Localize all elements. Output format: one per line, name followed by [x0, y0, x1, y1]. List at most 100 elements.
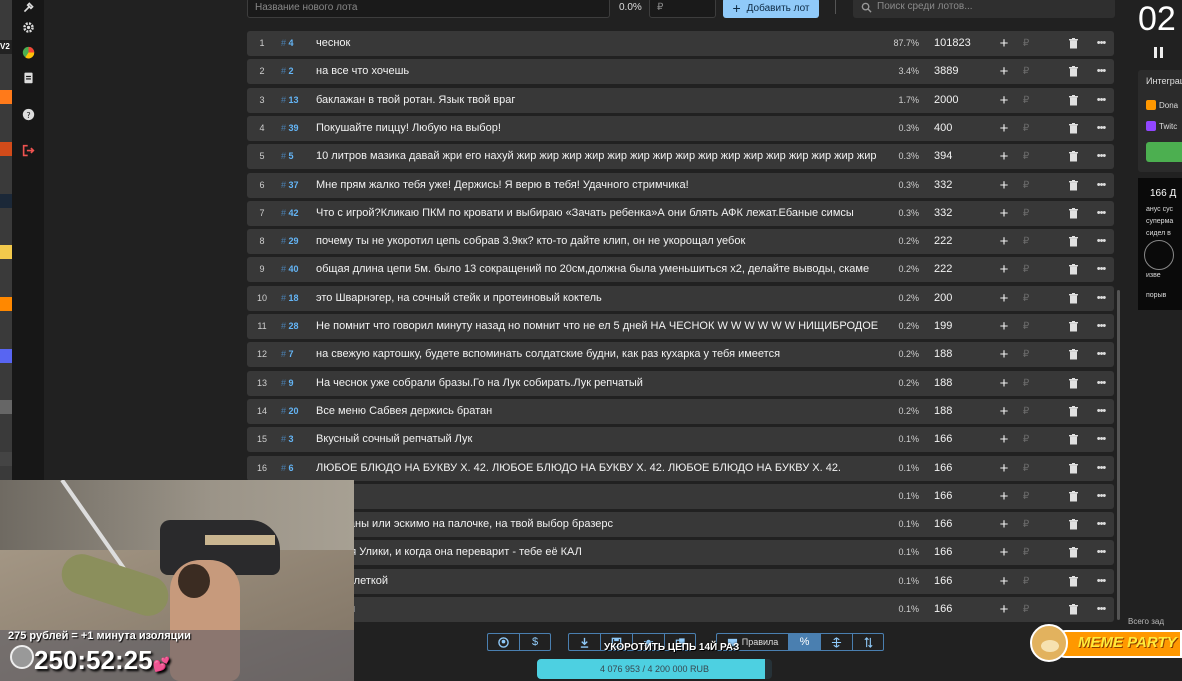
pie-chart-icon[interactable] [20, 44, 36, 60]
lot-amount[interactable]: 394 [934, 144, 994, 169]
more-icon[interactable]: ••• [1094, 229, 1108, 254]
download-icon[interactable] [568, 633, 600, 651]
more-icon[interactable]: ••• [1094, 371, 1108, 396]
add-amount-button[interactable]: + [997, 399, 1011, 424]
lot-name[interactable]: почему ты не укоротил цепь собрав 3.9кк?… [316, 229, 878, 254]
trash-icon[interactable] [1069, 342, 1083, 370]
lot-amount[interactable]: 222 [934, 257, 994, 282]
currency-input[interactable]: ₽ [1020, 484, 1032, 509]
lot-id[interactable]: 37 [281, 173, 311, 198]
currency-input[interactable]: ₽ [1020, 31, 1032, 56]
more-icon[interactable]: ••• [1094, 59, 1108, 84]
trash-icon[interactable] [1069, 399, 1083, 427]
trash-icon[interactable] [1069, 314, 1083, 342]
lot-name[interactable]: Покушайте пиццу! Любую на выбор! [316, 116, 878, 141]
lot-amount[interactable]: 332 [934, 173, 994, 198]
dollar-icon[interactable]: $ [519, 633, 551, 651]
currency-input[interactable]: ₽ [1020, 144, 1032, 169]
lot-id[interactable]: 2 [281, 59, 311, 84]
lot-id[interactable]: 20 [281, 399, 311, 424]
currency-input[interactable]: ₽ [1020, 173, 1032, 198]
lot-amount[interactable]: 3889 [934, 59, 994, 84]
more-icon[interactable]: ••• [1094, 597, 1108, 622]
lot-name-input[interactable]: Название нового лота [247, 0, 610, 18]
add-amount-button[interactable]: + [997, 314, 1011, 339]
lot-name[interactable]: общая длина цепи 5м. было 13 сокращений … [316, 257, 878, 282]
more-icon[interactable]: ••• [1094, 257, 1108, 282]
currency-input[interactable]: ₽ [1020, 229, 1032, 254]
currency-input[interactable]: ₽ [1020, 116, 1032, 141]
lot-amount[interactable]: 166 [934, 540, 994, 565]
currency-input[interactable]: ₽ [1020, 540, 1032, 565]
table-scrollbar[interactable] [1117, 290, 1120, 620]
integration-twitch[interactable]: Twitc [1146, 121, 1177, 131]
more-icon[interactable]: ••• [1094, 342, 1108, 367]
lot-amount[interactable]: 332 [934, 201, 994, 226]
lot-amount[interactable]: 222 [934, 229, 994, 254]
trash-icon[interactable] [1069, 116, 1083, 144]
lot-amount[interactable]: 166 [934, 512, 994, 537]
add-amount-button[interactable]: + [997, 484, 1011, 509]
lot-id[interactable]: 40 [281, 257, 311, 282]
discord-icon[interactable] [0, 349, 12, 363]
lot-id[interactable]: 28 [281, 314, 311, 339]
add-amount-button[interactable]: + [997, 427, 1011, 452]
lot-amount[interactable]: 166 [934, 569, 994, 594]
lot-amount[interactable]: 101823 [934, 31, 994, 56]
trash-icon[interactable] [1069, 144, 1083, 172]
currency-input[interactable]: ₽ [1020, 371, 1032, 396]
add-amount-button[interactable]: + [997, 286, 1011, 311]
lot-name[interactable]: а сметаны или эскимо на палочке, на твой… [316, 512, 878, 537]
add-amount-button[interactable]: + [997, 173, 1011, 198]
trash-icon[interactable] [1069, 173, 1083, 201]
trash-icon[interactable] [1069, 512, 1083, 540]
lot-name[interactable]: Вкусный сочный репчатый Лук [316, 427, 878, 452]
currency-input[interactable]: ₽ [1020, 597, 1032, 622]
add-amount-button[interactable]: + [997, 540, 1011, 565]
lot-id[interactable]: 39 [281, 116, 311, 141]
add-amount-button[interactable]: + [997, 371, 1011, 396]
trash-icon[interactable] [1069, 456, 1083, 484]
trash-icon[interactable] [1069, 88, 1083, 116]
add-amount-button[interactable]: + [997, 342, 1011, 367]
lot-name[interactable]: на все что хочешь [316, 59, 878, 84]
lot-name[interactable]: 10 литров мазика давай жри его нахуй жир… [316, 144, 878, 169]
more-icon[interactable]: ••• [1094, 512, 1108, 537]
tools-icon[interactable] [20, 0, 36, 15]
more-icon[interactable]: ••• [1094, 286, 1108, 311]
currency-input[interactable]: ₽ [1020, 314, 1032, 339]
help-icon[interactable]: ? [20, 106, 36, 122]
add-amount-button[interactable]: + [997, 597, 1011, 622]
add-amount-button[interactable]: + [997, 144, 1011, 169]
lot-id[interactable]: 3 [281, 427, 311, 452]
trash-icon[interactable] [1069, 59, 1083, 87]
price-input[interactable]: ₽ [649, 0, 716, 18]
lot-amount[interactable]: 166 [934, 427, 994, 452]
trash-icon[interactable] [1069, 201, 1083, 229]
currency-input[interactable]: ₽ [1020, 569, 1032, 594]
lot-name[interactable]: чеснок [316, 31, 878, 56]
app-icon[interactable] [0, 245, 12, 259]
more-icon[interactable]: ••• [1094, 314, 1108, 339]
more-icon[interactable]: ••• [1094, 88, 1108, 113]
currency-input[interactable]: ₽ [1020, 59, 1032, 84]
add-amount-button[interactable]: + [997, 59, 1011, 84]
lot-name[interactable]: Не помнит что говорил минуту назад но по… [316, 314, 878, 339]
app-icon[interactable] [0, 142, 12, 156]
lot-amount[interactable]: 188 [934, 371, 994, 396]
currency-input[interactable]: ₽ [1020, 88, 1032, 113]
app-icon[interactable]: V2 [0, 40, 12, 54]
lot-name[interactable]: ЛЮБОЕ БЛЮДО НА БУКВУ Х. 42. ЛЮБОЕ БЛЮДО … [316, 456, 878, 481]
add-amount-button[interactable]: + [997, 229, 1011, 254]
search-input[interactable]: Поиск среди лотов... [853, 0, 1115, 18]
app-icon[interactable] [0, 400, 12, 414]
more-icon[interactable]: ••• [1094, 116, 1108, 141]
lot-amount[interactable]: 188 [934, 342, 994, 367]
app-icon[interactable] [0, 90, 12, 104]
lot-amount[interactable]: 166 [934, 456, 994, 481]
sort-icon[interactable] [852, 633, 884, 651]
trash-icon[interactable] [1069, 371, 1083, 399]
lot-id[interactable]: 9 [281, 371, 311, 396]
trash-icon[interactable] [1069, 229, 1083, 257]
lot-name[interactable]: на свежую картошку, будете вспоминать со… [316, 342, 878, 367]
